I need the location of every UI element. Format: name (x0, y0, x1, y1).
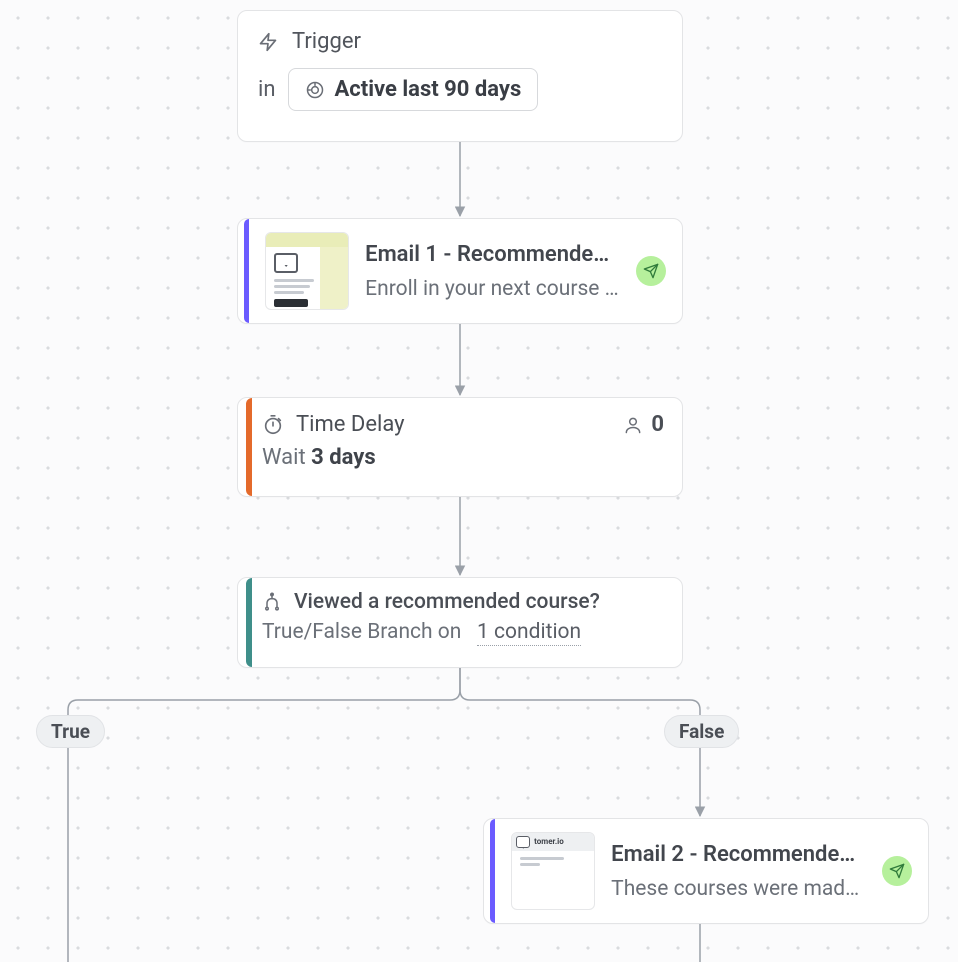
email-node-1[interactable]: Email 1 - Recommended c… Enroll in your … (237, 218, 683, 324)
email-status-badge (636, 256, 666, 286)
delay-people-count: 0 (651, 412, 664, 437)
email-thumbnail (265, 232, 349, 310)
trigger-node[interactable]: Trigger in Active last 90 days (237, 10, 683, 142)
branch-node[interactable]: Viewed a recommended course? True/False … (237, 577, 683, 668)
delay-title: Time Delay (296, 412, 405, 437)
paper-plane-icon (643, 263, 659, 279)
branch-label-false: False (664, 715, 739, 748)
branch-stripe (246, 578, 252, 667)
email-title: Email 2 - Recommended c… (611, 842, 866, 867)
lightning-icon (258, 30, 278, 54)
email-thumbnail: tomer.io (511, 832, 595, 910)
email-subject: Enroll in your next course today! (365, 277, 620, 301)
branch-label-true: True (36, 715, 105, 748)
delay-node[interactable]: Time Delay 0 Wait 3 days (237, 397, 683, 497)
trigger-in-label: in (258, 77, 276, 102)
paper-plane-icon (889, 863, 905, 879)
stopwatch-icon (262, 414, 284, 436)
email-stripe (244, 219, 249, 323)
email-subject: These courses were made for … (611, 877, 866, 901)
email-node-2[interactable]: tomer.io Email 2 - Recommended c… These … (483, 818, 929, 924)
trigger-segment-pill[interactable]: Active last 90 days (288, 68, 539, 111)
branch-condition-link[interactable]: 1 condition (477, 620, 581, 646)
segment-icon (305, 80, 325, 100)
branch-question: Viewed a recommended course? (294, 590, 600, 614)
email-thumbnail-brand: tomer.io (534, 837, 564, 846)
trigger-segment-label: Active last 90 days (335, 77, 522, 102)
email-status-badge (882, 856, 912, 886)
branch-icon (262, 592, 282, 612)
email-stripe (490, 819, 495, 923)
delay-stripe (246, 398, 252, 496)
delay-wait-value: 3 days (311, 445, 375, 470)
delay-wait-prefix: Wait (262, 445, 306, 470)
email-title: Email 1 - Recommended c… (365, 242, 620, 267)
person-icon (623, 415, 643, 435)
trigger-title: Trigger (292, 29, 361, 54)
branch-desc-prefix: True/False Branch on (262, 620, 461, 644)
